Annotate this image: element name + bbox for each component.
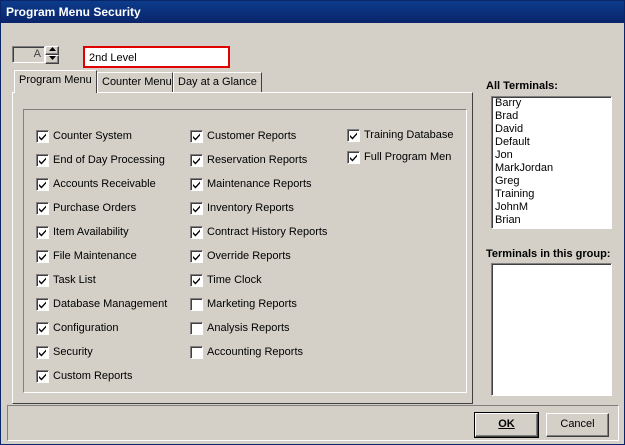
all-terminals-list[interactable]: Barry Brad David Default Jon MarkJordan Greg Tr… xyxy=(491,96,612,229)
cancel-button-label: Cancel xyxy=(560,418,595,430)
checkbox-label: Task List xyxy=(53,274,96,286)
checkbox-label: Training Database xyxy=(364,129,454,141)
checkbox-checked-icon[interactable] xyxy=(36,298,49,311)
tab-counter-menu[interactable]: Counter Menu xyxy=(97,72,173,92)
checkbox-col2-0[interactable]: Customer Reports xyxy=(190,130,296,146)
checkbox-checked-icon[interactable] xyxy=(190,250,203,263)
checkbox-label: Configuration xyxy=(53,322,119,334)
checkbox-col1-8[interactable]: Configuration xyxy=(36,322,118,338)
checkbox-col1-7[interactable]: Database Management xyxy=(36,298,167,314)
checkbox-label: Database Management xyxy=(53,298,168,310)
terminal-list-item[interactable]: MarkJordan xyxy=(492,162,611,175)
all-terminals-label: All Terminals: xyxy=(486,80,558,92)
terminal-list-item[interactable]: Brad xyxy=(492,110,611,123)
checkbox-unchecked-icon[interactable] xyxy=(190,298,203,311)
checkbox-col2-3[interactable]: Inventory Reports xyxy=(190,202,294,218)
checkbox-checked-icon[interactable] xyxy=(347,151,360,164)
checkbox-checked-icon[interactable] xyxy=(36,250,49,263)
checkbox-label: Purchase Orders xyxy=(53,202,137,214)
checkbox-col1-3[interactable]: Purchase Orders xyxy=(36,202,136,218)
spinner-up-button[interactable] xyxy=(45,46,59,55)
checkbox-checked-icon[interactable] xyxy=(190,226,203,239)
checkbox-checked-icon[interactable] xyxy=(190,154,203,167)
checkbox-checked-icon[interactable] xyxy=(36,370,49,383)
checkbox-checked-icon[interactable] xyxy=(190,274,203,287)
checkbox-label: Inventory Reports xyxy=(207,202,294,214)
checkbox-label: Contract History Reports xyxy=(207,226,328,238)
checkbox-label: Analysis Reports xyxy=(207,322,290,334)
checkbox-col1-4[interactable]: Item Availability xyxy=(36,226,129,242)
checkbox-col2-6[interactable]: Time Clock xyxy=(190,274,262,290)
checkbox-checked-icon[interactable] xyxy=(36,154,49,167)
checkbox-col2-5[interactable]: Override Reports xyxy=(190,250,291,266)
checkbox-label: Custom Reports xyxy=(53,370,133,382)
checkbox-col1-10[interactable]: Custom Reports xyxy=(36,370,132,386)
program-menu-security-window: Program Menu Security A 2nd Level Progra… xyxy=(0,0,625,445)
checkbox-checked-icon[interactable] xyxy=(36,226,49,239)
checkbox-label: Marketing Reports xyxy=(207,298,297,310)
terminal-list-item[interactable]: Greg xyxy=(492,175,611,188)
checkbox-label: Customer Reports xyxy=(207,130,297,142)
checkbox-checked-icon[interactable] xyxy=(347,129,360,142)
checkbox-label: Security xyxy=(53,346,93,358)
checkbox-checked-icon[interactable] xyxy=(190,202,203,215)
checkbox-label: Accounts Receivable xyxy=(53,178,156,190)
tab-day-at-a-glance[interactable]: Day at a Glance xyxy=(173,72,262,92)
checkbox-col1-0[interactable]: Counter System xyxy=(36,130,132,146)
checkbox-checked-icon[interactable] xyxy=(36,322,49,335)
checkbox-col1-2[interactable]: Accounts Receivable xyxy=(36,178,156,194)
checkbox-col2-2[interactable]: Maintenance Reports xyxy=(190,178,312,194)
checkbox-label: Item Availability xyxy=(53,226,129,238)
terminals-in-group-label: Terminals in this group: xyxy=(486,248,611,260)
level-name-input[interactable]: 2nd Level xyxy=(83,46,230,68)
checkbox-checked-icon[interactable] xyxy=(190,178,203,191)
tab-program-menu[interactable]: Program Menu xyxy=(14,70,97,93)
checkbox-label: Full Program Men xyxy=(364,151,452,163)
checkbox-checked-icon[interactable] xyxy=(36,274,49,287)
cancel-button[interactable]: Cancel xyxy=(546,413,609,437)
ok-button-label: OK xyxy=(498,418,515,430)
terminal-list-item[interactable]: David xyxy=(492,123,611,136)
window-title: Program Menu Security xyxy=(1,1,624,23)
level-spinner-value[interactable]: A xyxy=(12,46,45,63)
checkbox-col2-9[interactable]: Accounting Reports xyxy=(190,346,303,362)
checkbox-checked-icon[interactable] xyxy=(36,346,49,359)
terminals-in-group-list[interactable] xyxy=(491,263,612,396)
checkbox-label: File Maintenance xyxy=(53,250,137,262)
terminal-list-item[interactable]: Barry xyxy=(492,97,611,110)
checkbox-col1-6[interactable]: Task List xyxy=(36,274,96,290)
terminal-list-item[interactable]: JohnM xyxy=(492,201,611,214)
terminal-list-item[interactable]: Jon xyxy=(492,149,611,162)
checkbox-col3-0[interactable]: Training Database xyxy=(347,129,453,145)
arrow-down-icon xyxy=(48,56,56,60)
checkbox-unchecked-icon[interactable] xyxy=(190,322,203,335)
checkbox-col2-4[interactable]: Contract History Reports xyxy=(190,226,327,242)
checkbox-col3-1[interactable]: Full Program Men xyxy=(347,151,451,167)
checkbox-checked-icon[interactable] xyxy=(36,202,49,215)
checkbox-label: Reservation Reports xyxy=(207,154,308,166)
checkbox-label: Override Reports xyxy=(207,250,291,262)
checkbox-label: Time Clock xyxy=(207,274,262,286)
arrow-up-icon xyxy=(48,47,56,51)
checkbox-checked-icon[interactable] xyxy=(190,130,203,143)
checkbox-col1-1[interactable]: End of Day Processing xyxy=(36,154,165,170)
checkbox-col1-5[interactable]: File Maintenance xyxy=(36,250,137,266)
checkbox-label: Maintenance Reports xyxy=(207,178,312,190)
terminal-list-item[interactable]: Brian xyxy=(492,214,611,227)
terminal-list-item[interactable]: Training xyxy=(492,188,611,201)
checkbox-col2-1[interactable]: Reservation Reports xyxy=(190,154,307,170)
checkbox-label: Accounting Reports xyxy=(207,346,303,358)
terminal-list-item[interactable]: Default xyxy=(492,136,611,149)
spinner-down-button[interactable] xyxy=(45,55,59,64)
checkbox-checked-icon[interactable] xyxy=(36,130,49,143)
ok-button[interactable]: OK xyxy=(474,412,539,438)
checkbox-col1-9[interactable]: Security xyxy=(36,346,93,362)
checkbox-col2-7[interactable]: Marketing Reports xyxy=(190,298,297,314)
checkbox-unchecked-icon[interactable] xyxy=(190,346,203,359)
checkbox-checked-icon[interactable] xyxy=(36,178,49,191)
checkbox-col2-8[interactable]: Analysis Reports xyxy=(190,322,290,338)
checkbox-label: Counter System xyxy=(53,130,132,142)
checkbox-label: End of Day Processing xyxy=(53,154,165,166)
